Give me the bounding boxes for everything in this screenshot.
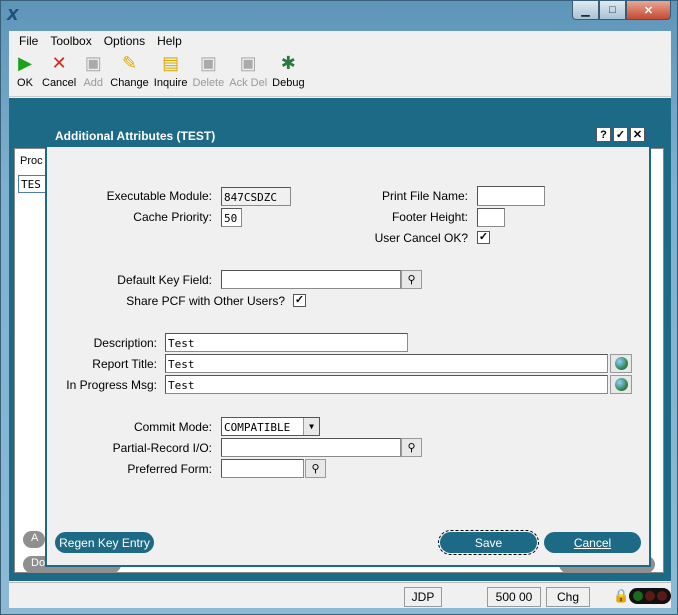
share-pcf-label: Share PCF with Other Users? <box>126 294 285 308</box>
play-icon: ▶ <box>18 52 32 73</box>
inquire-icon: ▤ <box>162 52 180 73</box>
dialog-title-bar: Additional Attributes (TEST) ? ✓ ✕ <box>47 124 649 147</box>
cache-priority-label: Cache Priority: <box>133 210 212 224</box>
commit-mode-value: COMPATIBLE <box>224 421 291 434</box>
proc-label: Proc <box>20 155 43 167</box>
toolbar-label: Cancel <box>42 77 77 89</box>
close-window-button[interactable]: ✕ <box>626 1 671 20</box>
preferred-form-label: Preferred Form: <box>127 462 212 476</box>
ack-del-icon: ▣ <box>239 52 257 73</box>
toolbar-label: Inquire <box>153 77 188 89</box>
delete-icon: ▣ <box>199 52 217 73</box>
add-icon: ▣ <box>84 52 102 73</box>
print-file-name-label: Print File Name: <box>381 189 468 203</box>
minimize-button[interactable]: ▁ <box>572 1 599 20</box>
status-bar: JDP 500 00 Chg 🔒 <box>9 582 671 608</box>
cancel-button[interactable]: Cancel <box>544 532 641 553</box>
toolbar: ▶ OK ✕ Cancel ▣ Add ✎ Change ▤ Inquire ▣ Delete ▣ Ack… <box>9 51 671 97</box>
toolbar-label: Change <box>110 77 149 89</box>
menu-options[interactable]: Options <box>98 34 151 48</box>
in-progress-msg-field[interactable]: Test <box>165 375 608 394</box>
help-button[interactable]: ? <box>596 127 611 142</box>
status-mode: Chg <box>546 587 590 607</box>
add-toolbar-button[interactable]: ▣ Add <box>79 51 107 90</box>
report-title-field[interactable]: Test <box>165 354 608 373</box>
status-user: JDP <box>404 587 442 607</box>
menu-file[interactable]: File <box>13 34 44 48</box>
cache-priority-field[interactable]: 50 <box>221 208 242 227</box>
footer-height-field[interactable] <box>477 208 505 227</box>
ack-del-toolbar-button[interactable]: ▣ Ack Del <box>227 51 269 90</box>
toolbar-label: Add <box>83 77 104 89</box>
executable-module-label: Executable Module: <box>106 189 212 203</box>
debug-icon: ✱ <box>280 52 296 73</box>
footer-height-label: Footer Height: <box>391 210 468 224</box>
bg-a-button[interactable]: A <box>23 531 45 548</box>
print-file-name-field[interactable] <box>477 186 545 206</box>
commit-mode-select[interactable]: COMPATIBLE ▼ <box>221 417 320 436</box>
window-controls: ▁ □ ✕ <box>572 1 671 20</box>
partial-record-io-field[interactable] <box>221 438 401 457</box>
in-progress-msg-globe-icon[interactable] <box>610 375 632 394</box>
ok-check-button[interactable]: ✓ <box>613 127 628 142</box>
cancel-icon: ✕ <box>51 52 67 73</box>
traffic-light-icon <box>629 588 671 604</box>
preferred-form-lookup-icon[interactable]: ⚲ <box>305 459 326 478</box>
toolbar-label: Ack Del <box>229 77 268 89</box>
ok-toolbar-button[interactable]: ▶ OK <box>11 51 39 90</box>
menu-toolbox[interactable]: Toolbox <box>44 34 97 48</box>
app-logo-icon: X <box>7 6 19 24</box>
toolbar-label: Debug <box>272 77 305 89</box>
default-key-lookup-icon[interactable]: ⚲ <box>401 270 422 289</box>
default-key-field-input[interactable] <box>221 270 401 289</box>
debug-toolbar-button[interactable]: ✱ Debug <box>270 51 306 90</box>
partial-record-io-label: Partial-Record I/O: <box>112 441 212 455</box>
in-progress-msg-label: In Progress Msg: <box>66 378 157 392</box>
save-button[interactable]: Save <box>438 530 539 555</box>
lock-icon: 🔒 <box>613 588 630 603</box>
dialog-title-buttons: ? ✓ ✕ <box>596 127 645 142</box>
dialog-title: Additional Attributes (TEST) <box>55 128 216 143</box>
status-amount: 500 00 <box>487 587 541 607</box>
chevron-down-icon[interactable]: ▼ <box>303 418 319 435</box>
dialog-close-button[interactable]: ✕ <box>630 127 645 142</box>
delete-toolbar-button[interactable]: ▣ Delete <box>190 51 226 90</box>
change-toolbar-button[interactable]: ✎ Change <box>108 51 151 90</box>
additional-attributes-dialog: Additional Attributes (TEST) ? ✓ ✕ Execu… <box>45 122 651 567</box>
inquire-toolbar-button[interactable]: ▤ Inquire <box>152 51 190 90</box>
user-cancel-ok-checkbox[interactable]: ✓ <box>477 231 490 244</box>
regen-key-entry-button[interactable]: Regen Key Entry <box>55 532 154 553</box>
default-key-field-label: Default Key Field: <box>117 273 212 287</box>
change-icon: ✎ <box>121 52 138 73</box>
commit-mode-label: Commit Mode: <box>133 420 212 434</box>
executable-module-field: 847CSDZC <box>221 187 291 206</box>
share-pcf-checkbox[interactable]: ✓ <box>293 294 306 307</box>
toolbar-label: OK <box>17 77 33 89</box>
report-title-label: Report Title: <box>92 357 157 371</box>
cancel-toolbar-button[interactable]: ✕ Cancel <box>40 51 78 90</box>
menu-help[interactable]: Help <box>151 34 188 48</box>
menu-bar: File Toolbox Options Help <box>9 31 671 51</box>
preferred-form-field[interactable] <box>221 459 304 478</box>
description-label: Description: <box>93 336 157 350</box>
description-field[interactable]: Test <box>165 333 408 352</box>
toolbar-label: Delete <box>192 77 225 89</box>
partial-record-lookup-icon[interactable]: ⚲ <box>401 438 422 457</box>
report-title-globe-icon[interactable] <box>610 354 632 373</box>
user-cancel-ok-label: User Cancel OK? <box>374 231 468 245</box>
maximize-button[interactable]: □ <box>599 1 626 20</box>
